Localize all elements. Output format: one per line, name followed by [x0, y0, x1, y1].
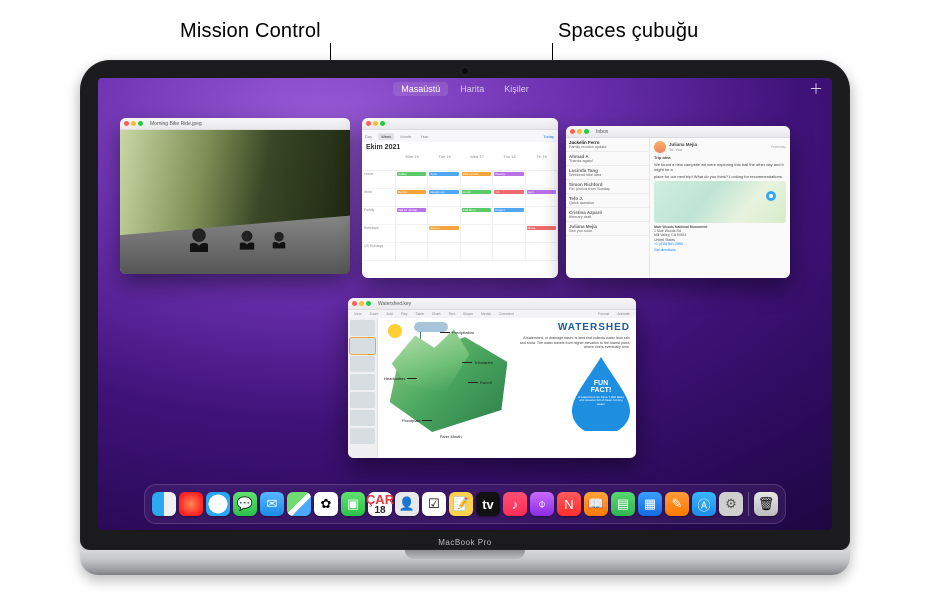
window-photo-viewer[interactable]: Morning Bike Ride.jpeg [120, 118, 350, 274]
mail-message-row: Juliana MejíaSee you soon [566, 222, 649, 236]
screen: Masaüstü Harita Kişiler ＋ Morning Bike R… [98, 78, 832, 530]
dock-photos-icon[interactable]: ✿ [314, 492, 338, 516]
slide-canvas[interactable]: Precipitation Tributaries Runoff Headwat… [378, 318, 636, 458]
dock-keynote-icon[interactable]: ▦ [638, 492, 662, 516]
mail-message-row: Simon RichfordRe: photos from Sunday [566, 180, 649, 194]
window-title: Watershed.key [378, 301, 411, 307]
dock-facetime-icon[interactable]: ▣ [341, 492, 365, 516]
callout-mission-control: Mission Control [180, 20, 321, 43]
dock-messages-icon[interactable]: 💬 [233, 492, 257, 516]
today-button[interactable]: Today [540, 133, 558, 140]
mail-message-row: Lucinda TangWeekend hike idea [566, 166, 649, 180]
mail-message-row: Cristina AzparóItinerary draft [566, 208, 649, 222]
window-title: Inbox [596, 129, 608, 135]
watershed-diagram: Precipitation Tributaries Runoff Headwat… [384, 322, 513, 442]
callout-label: Mission Control [180, 20, 321, 42]
dock-safari-icon[interactable] [206, 492, 230, 516]
dock-news-icon[interactable]: N [557, 492, 581, 516]
window-calendar[interactable]: Day Week Month Year Today Ekim 2021 Mon … [362, 118, 558, 278]
sun-icon [388, 324, 402, 338]
dock: 💬 ✉︎ ✿ ▣ ÇAR 18 👤 ☑︎ 📝 tv ♪ ⌽ N 📖 ▤ ▦ [144, 484, 786, 524]
dock-books-icon[interactable]: 📖 [584, 492, 608, 516]
dock-reminders-icon[interactable]: ☑︎ [422, 492, 446, 516]
directions-link[interactable]: Get directions [654, 248, 786, 252]
mail-message-row: Tefo J.Quick question [566, 194, 649, 208]
traffic-lights[interactable] [366, 121, 385, 126]
dock-contacts-icon[interactable]: 👤 [395, 492, 419, 516]
camera-dot [462, 68, 468, 74]
traffic-lights[interactable] [124, 121, 143, 126]
mail-message-list[interactable]: Jackelin FerroFamily reunion update Ahma… [566, 138, 650, 278]
mail-message-row: Jackelin FerroFamily reunion update [566, 138, 649, 152]
dock-notes-icon[interactable]: 📝 [449, 492, 473, 516]
dock-pages-icon[interactable]: ✎ [665, 492, 689, 516]
dock-podcasts-icon[interactable]: ⌽ [530, 492, 554, 516]
device-model-label: MacBook Pro [438, 538, 492, 547]
spaces-bar: Masaüstü Harita Kişiler ＋ [98, 78, 832, 100]
photo-content [120, 130, 350, 274]
slide-thumbnails[interactable] [348, 318, 378, 458]
screen-bezel: Masaüstü Harita Kişiler ＋ Morning Bike R… [80, 60, 850, 550]
dock-launchpad-icon[interactable] [179, 492, 203, 516]
dock-maps-icon[interactable] [287, 492, 311, 516]
space-desktop[interactable]: Masaüstü [393, 82, 448, 96]
fun-fact-drop: FUN FACT! A watershed can have 7,000 lak… [572, 357, 630, 431]
callout-label: Spaces çubuğu [558, 20, 698, 42]
calendar-grid: Mon 15 Tue 16 Wed 17 Thu 18 Fri 19 Home … [362, 153, 558, 261]
mail-message-row: Ahmad AThanks again! [566, 152, 649, 166]
dock-mail-icon[interactable]: ✉︎ [260, 492, 284, 516]
callout-spaces-bar: Spaces çubuğu [558, 20, 698, 43]
map-preview[interactable] [654, 181, 786, 223]
dock-preferences-icon[interactable]: ⚙︎ [719, 492, 743, 516]
dock-appstore-icon[interactable]: Ⓐ [692, 492, 716, 516]
traffic-lights[interactable] [570, 129, 589, 134]
laptop-frame: Masaüstü Harita Kişiler ＋ Morning Bike R… [80, 60, 850, 583]
add-space-button[interactable]: ＋ [808, 81, 824, 97]
mail-reading-pane: Juliana Mejía To: You Yesterday Trip ide… [650, 138, 790, 278]
laptop-hinge: MacBook Pro [80, 550, 850, 575]
traffic-lights[interactable] [352, 301, 371, 306]
dock-trash-icon[interactable]: 🗑 [754, 492, 778, 516]
space-contacts[interactable]: Kişiler [496, 82, 537, 96]
dock-separator [748, 492, 749, 516]
window-keynote[interactable]: Watershed.key View Zoom Add Play Table C… [348, 298, 636, 458]
dock-finder-icon[interactable] [152, 492, 176, 516]
mission-control-surface[interactable]: Morning Bike Ride.jpeg [98, 100, 832, 480]
dock-numbers-icon[interactable]: ▤ [611, 492, 635, 516]
dock-tv-icon[interactable]: tv [476, 492, 500, 516]
keynote-toolbar[interactable]: View Zoom Add Play Table Chart Text Shap… [348, 310, 636, 318]
window-title: Morning Bike Ride.jpeg [150, 121, 202, 127]
slide-heading: WATERSHED [517, 322, 630, 333]
dock-calendar-icon[interactable]: ÇAR 18 [368, 492, 392, 516]
calendar-view-tabs[interactable]: Day Week Month Year Today [362, 130, 558, 142]
window-mail[interactable]: Inbox Jackelin FerroFamily reunion updat… [566, 126, 790, 278]
dock-music-icon[interactable]: ♪ [503, 492, 527, 516]
mail-subject: Trip idea [654, 155, 786, 160]
calendar-month: Ekim 2021 [362, 142, 558, 153]
avatar-icon [654, 141, 666, 153]
slide-body: A watershed, or drainage basin, is land … [517, 336, 630, 350]
space-maps[interactable]: Harita [452, 82, 492, 96]
